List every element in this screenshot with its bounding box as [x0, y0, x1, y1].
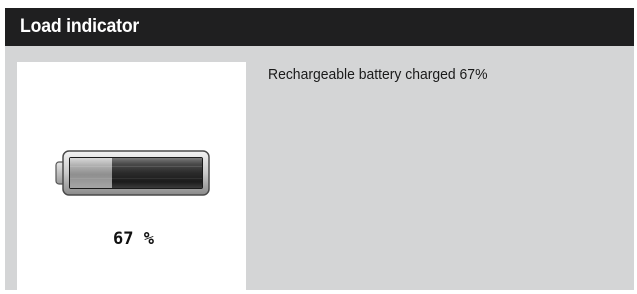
- battery-panel: 67 %: [17, 62, 246, 290]
- battery-status-text: Rechargeable battery charged 67%: [268, 66, 488, 83]
- card-title: Load indicator: [20, 16, 140, 37]
- card-header: Load indicator: [5, 8, 634, 46]
- battery-icon: [54, 148, 212, 203]
- battery-percent-label: 67 %: [113, 229, 154, 249]
- load-indicator-card: Load indicator 67 % Rechargeable battery…: [5, 8, 634, 290]
